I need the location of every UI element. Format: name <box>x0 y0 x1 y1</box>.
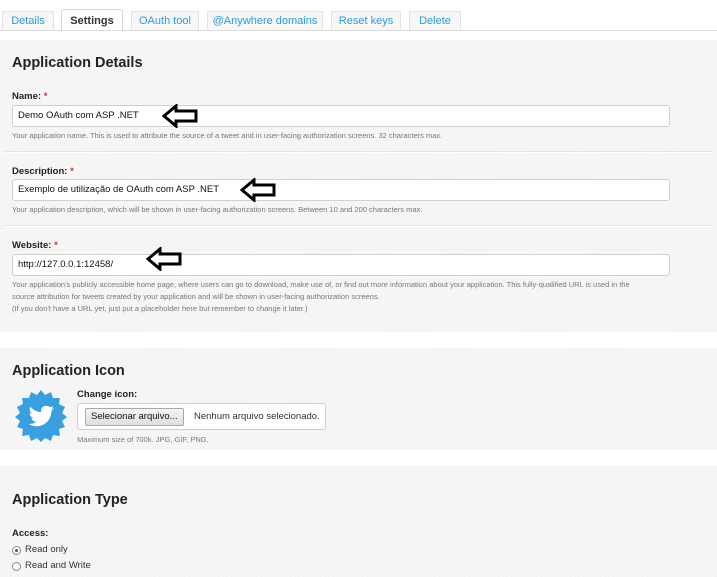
left-arrow-icon <box>240 178 276 202</box>
section-title: Application Icon <box>12 363 125 379</box>
website-help-line-1: Your application's publicly accessible h… <box>12 280 630 289</box>
tab-reset-keys[interactable]: Reset keys <box>331 11 401 30</box>
radio-button[interactable] <box>12 546 21 555</box>
required-mark: * <box>54 240 58 251</box>
tab-divider <box>0 30 717 31</box>
description-label: Description: * <box>12 166 74 177</box>
divider <box>4 225 713 227</box>
tab-bar: Details Settings OAuth tool @Anywhere do… <box>0 0 717 31</box>
left-arrow-icon <box>162 104 198 128</box>
access-label: Access: <box>12 528 49 539</box>
application-type-section: Application Type Access: Read only Read … <box>0 466 717 577</box>
tab-oauth-tool[interactable]: OAuth tool <box>131 11 199 30</box>
radio-button[interactable] <box>12 562 21 571</box>
change-icon-label: Change icon: <box>77 389 138 400</box>
twitter-bird-icon <box>15 390 67 442</box>
description-help-text: Your application description, which will… <box>12 205 423 214</box>
website-help-line-3: (If you don't have a URL yet, just put a… <box>12 304 308 313</box>
website-field[interactable]: http://127.0.0.1:12458/ <box>12 254 670 276</box>
tab-settings[interactable]: Settings <box>61 9 123 31</box>
section-title: Application Details <box>12 55 143 71</box>
application-details-section: Application Details Name: * Demo OAuth c… <box>0 40 717 332</box>
radio-label: Read and Write <box>25 560 91 571</box>
tab-details[interactable]: Details <box>2 11 54 30</box>
name-field[interactable]: Demo OAuth com ASP .NET <box>12 105 670 127</box>
tab-delete[interactable]: Delete <box>409 11 461 30</box>
section-title: Application Type <box>12 492 128 508</box>
website-label: Website: * <box>12 240 58 251</box>
file-status-text: Nenhum arquivo selecionado. <box>194 411 320 422</box>
description-field[interactable]: Exemplo de utilização de OAuth com ASP .… <box>12 179 670 201</box>
name-help-text: Your application name. This is used to a… <box>12 131 443 140</box>
icon-file-input: Selecionar arquivo... Nenhum arquivo sel… <box>77 403 326 430</box>
radio-label: Read only <box>25 544 68 555</box>
choose-file-button[interactable]: Selecionar arquivo... <box>85 408 184 426</box>
required-mark: * <box>70 166 74 177</box>
divider <box>4 151 713 153</box>
name-label: Name: * <box>12 91 48 102</box>
website-help-line-2: source attribution for tweets created by… <box>12 292 380 301</box>
required-mark: * <box>43 91 48 102</box>
left-arrow-icon <box>146 247 182 271</box>
icon-help-text: Maximum size of 700k. JPG, GIF, PNG. <box>77 435 209 444</box>
tab-anywhere-domains[interactable]: @Anywhere domains <box>207 11 323 30</box>
